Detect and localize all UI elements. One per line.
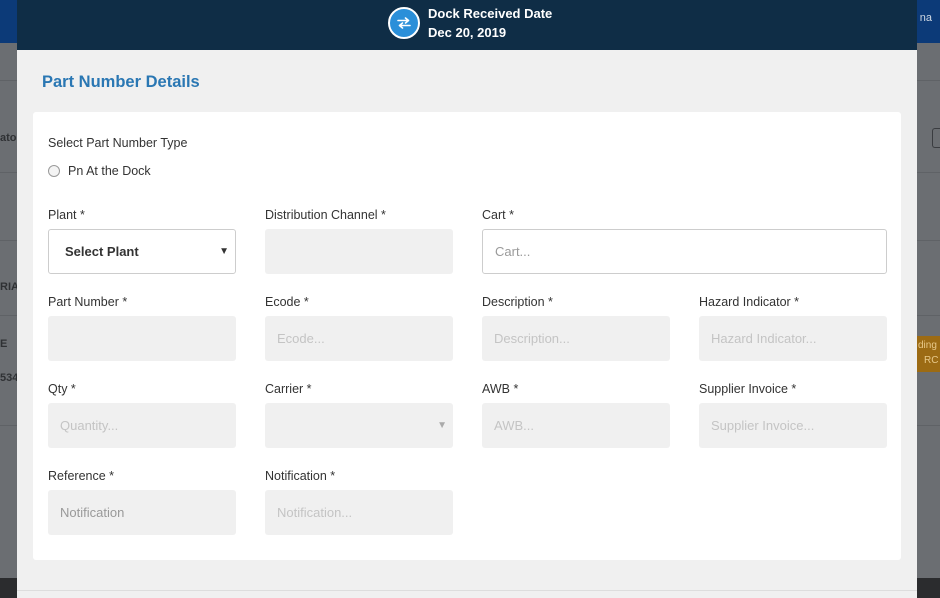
reference-label: Reference * (48, 469, 115, 483)
background-badge-text: ding (918, 340, 937, 351)
description-label: Description * (482, 295, 553, 309)
cart-label: Cart * (482, 208, 514, 222)
background-control (932, 128, 940, 148)
pn-at-dock-radio[interactable] (48, 165, 60, 177)
chevron-down-icon: ▼ (219, 246, 229, 257)
notification-input[interactable]: Notification... (265, 490, 453, 535)
modal-footer-divider (17, 590, 917, 591)
modal-header: Dock Received Date Dec 20, 2019 (17, 0, 917, 50)
section-title: Part Number Details (42, 73, 200, 91)
plant-select[interactable]: Select Plant ▼ (48, 229, 236, 274)
carrier-select[interactable]: ▼ (265, 403, 453, 448)
background-text: 534 (0, 372, 19, 384)
part-number-field[interactable] (48, 316, 236, 361)
dock-received-date: Dock Received Date Dec 20, 2019 (428, 4, 552, 42)
hazard-indicator-label: Hazard Indicator * (699, 295, 800, 309)
background-text: E (0, 338, 8, 350)
qty-label: Qty * (48, 382, 76, 396)
part-details-card: Select Part Number Type Pn At the Dock P… (33, 112, 901, 560)
awb-input[interactable]: AWB... (482, 403, 670, 448)
carrier-label: Carrier * (265, 382, 312, 396)
plant-label: Plant * (48, 208, 85, 222)
hazard-indicator-input[interactable]: Hazard Indicator... (699, 316, 887, 361)
part-type-label: Select Part Number Type (48, 136, 188, 150)
description-input[interactable]: Description... (482, 316, 670, 361)
chevron-down-icon: ▼ (437, 420, 447, 431)
distribution-channel-field[interactable] (265, 229, 453, 274)
plant-select-value: Select Plant (65, 244, 139, 259)
dock-received-value: Dec 20, 2019 (428, 25, 507, 40)
reference-field[interactable]: Notification (48, 490, 236, 535)
part-type-option[interactable]: Pn At the Dock (48, 164, 151, 178)
background-status-badge: ding RC (916, 336, 940, 372)
dock-received-title: Dock Received Date (428, 6, 553, 21)
swap-arrows-icon[interactable] (388, 7, 420, 39)
supplier-invoice-label: Supplier Invoice * (699, 382, 797, 396)
ecode-input[interactable]: Ecode... (265, 316, 453, 361)
quantity-input[interactable]: Quantity... (48, 403, 236, 448)
cart-input[interactable]: Cart... (482, 229, 887, 274)
pn-at-dock-label: Pn At the Dock (68, 164, 151, 178)
supplier-invoice-input[interactable]: Supplier Invoice... (699, 403, 887, 448)
distribution-channel-label: Distribution Channel * (265, 208, 386, 222)
background-user-name: na (919, 12, 932, 24)
part-number-label: Part Number * (48, 295, 128, 309)
ecode-label: Ecode * (265, 295, 309, 309)
background-badge-text: RC (924, 355, 939, 366)
notification-label: Notification * (265, 469, 336, 483)
awb-label: AWB * (482, 382, 519, 396)
part-number-modal: Dock Received Date Dec 20, 2019 Part Num… (17, 0, 917, 598)
